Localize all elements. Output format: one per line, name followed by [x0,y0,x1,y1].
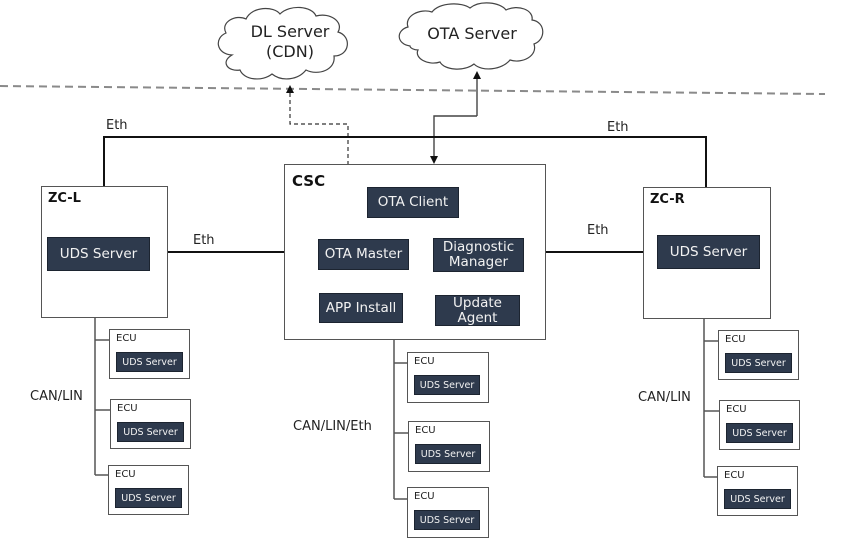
ecu-center-2[interactable]: ECU UDS Server [408,421,490,472]
ecu-label: ECU [724,470,745,481]
ota-master-module[interactable]: OTA Master [318,239,409,270]
ecu-uds-server[interactable]: UDS Server [414,510,480,530]
ecu-uds-server[interactable]: UDS Server [726,423,793,443]
bus-right [703,318,719,478]
ecu-label: ECU [414,491,435,502]
ecu-label: ECU [116,333,137,344]
ecu-uds-server[interactable]: UDS Server [115,488,182,508]
zc-left-uds-server[interactable]: UDS Server [47,237,150,271]
app-install-module[interactable]: APP Install [319,293,403,323]
ecu-label: ECU [726,404,747,415]
ecu-label: ECU [115,469,136,480]
ecu-uds-server[interactable]: UDS Server [724,489,791,509]
eth-label-top-right: Eth [607,120,629,135]
ecu-uds-server[interactable]: UDS Server [116,352,183,372]
bus-label-center: CAN/LIN/Eth [293,419,372,434]
ecu-label: ECU [415,425,436,436]
ota-server-label: OTA Server [427,24,517,43]
ecu-center-3[interactable]: ECU UDS Server [407,487,489,538]
zc-right-node[interactable]: ZC-R UDS Server [643,187,771,319]
ecu-left-1[interactable]: ECU UDS Server [109,329,190,379]
bus-left [94,318,110,476]
dl-server-cloud: DL Server (CDN) [240,22,340,62]
csc-node[interactable]: CSC OTA Client OTA Master Diagnostic Man… [284,164,546,340]
ecu-label: ECU [414,356,435,367]
diagnostic-manager-module[interactable]: Diagnostic Manager [433,238,524,272]
eth-label-top-left: Eth [106,118,128,133]
ecu-uds-server[interactable]: UDS Server [415,444,481,464]
csc-title: CSC [292,172,326,190]
network-boundary-line [0,85,826,95]
ecu-uds-server[interactable]: UDS Server [725,353,792,373]
bus-label-left: CAN/LIN [30,389,83,404]
bus-label-right: CAN/LIN [638,390,691,405]
ota-client-module[interactable]: OTA Client [367,187,459,218]
ecu-uds-server[interactable]: UDS Server [117,422,184,442]
eth-label-left: Eth [193,233,215,248]
ota-server-cloud: OTA Server [416,24,528,44]
dl-download-path [286,85,349,165]
zc-right-uds-server[interactable]: UDS Server [657,235,760,269]
ecu-uds-server[interactable]: UDS Server [414,375,480,395]
ecu-right-2[interactable]: ECU UDS Server [719,400,800,450]
ecu-left-2[interactable]: ECU UDS Server [110,399,191,449]
dl-server-label: DL Server [250,22,330,41]
ecu-center-1[interactable]: ECU UDS Server [407,352,489,403]
update-agent-module[interactable]: Update Agent [435,295,520,326]
zc-left-title: ZC-L [48,191,81,206]
ecu-left-3[interactable]: ECU UDS Server [108,465,189,515]
dl-server-sublabel: (CDN) [266,42,314,61]
ecu-label: ECU [117,403,138,414]
bus-center [393,339,408,500]
eth-label-right: Eth [587,223,609,238]
zc-right-title: ZC-R [650,192,685,207]
ecu-label: ECU [725,334,746,345]
ecu-right-3[interactable]: ECU UDS Server [717,466,798,516]
zc-left-node[interactable]: ZC-L UDS Server [41,186,168,318]
ecu-right-1[interactable]: ECU UDS Server [718,330,799,380]
